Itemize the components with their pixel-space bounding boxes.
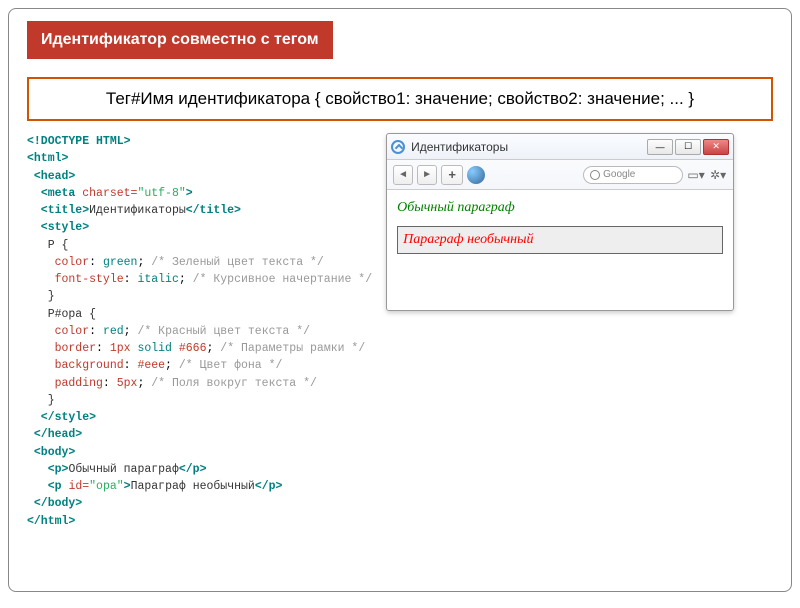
gear-icon[interactable]: ✲▾ bbox=[709, 166, 727, 184]
code-style-open: <style> bbox=[27, 221, 89, 234]
browser-titlebar: Идентификаторы — ☐ ✕ bbox=[387, 134, 733, 160]
slide-container: Идентификатор совместно с тегом Тег#Имя … bbox=[8, 8, 792, 592]
close-button[interactable]: ✕ bbox=[703, 139, 729, 155]
browser-viewport: Обычный параграф Параграф необычный bbox=[387, 190, 733, 264]
paragraph-normal: Обычный параграф bbox=[397, 200, 723, 216]
minimize-button[interactable]: — bbox=[647, 139, 673, 155]
code-p2d: padding: 5px; /* Поля вокруг текста */ bbox=[27, 377, 317, 390]
code-sel1-close: } bbox=[27, 290, 55, 303]
page-icon bbox=[391, 140, 405, 154]
syntax-definition: Тег#Имя идентификатора { свойство1: знач… bbox=[27, 77, 773, 121]
browser-preview: Идентификаторы — ☐ ✕ ◄ ► + Google ▭▾ ✲▾ … bbox=[386, 133, 734, 311]
code-body-close: </body> bbox=[27, 497, 82, 510]
code-head-open: <head> bbox=[27, 170, 75, 183]
new-tab-button[interactable]: + bbox=[441, 165, 463, 185]
code-p2c: background: #eee; /* Цвет фона */ bbox=[27, 359, 282, 372]
forward-button[interactable]: ► bbox=[417, 165, 437, 185]
content-row: <!DOCTYPE HTML> <html> <head> <meta char… bbox=[27, 133, 773, 530]
code-sel1: P { bbox=[27, 239, 68, 252]
globe-icon bbox=[467, 166, 485, 184]
code-pline2: <p id="opa">Параграф необычный</p> bbox=[27, 480, 282, 493]
code-title: <title>Идентификаторы</title> bbox=[27, 204, 241, 217]
code-p1a: color: green; /* Зеленый цвет текста */ bbox=[27, 256, 324, 269]
code-sel2: P#opa { bbox=[27, 308, 96, 321]
code-html-close: </html> bbox=[27, 515, 75, 528]
paragraph-special: Параграф необычный bbox=[397, 226, 723, 254]
code-p2b: border: 1px solid #666; /* Параметры рам… bbox=[27, 342, 365, 355]
code-body-open: <body> bbox=[27, 446, 75, 459]
code-p1b: font-style: italic; /* Курсивное начерта… bbox=[27, 273, 372, 286]
search-input[interactable]: Google bbox=[583, 166, 683, 184]
section-title: Идентификатор совместно с тегом bbox=[27, 21, 333, 59]
browser-toolbar: ◄ ► + Google ▭▾ ✲▾ bbox=[387, 160, 733, 190]
code-html-open: <html> bbox=[27, 152, 68, 165]
code-sel2-close: } bbox=[27, 394, 55, 407]
code-pline1: <p>Обычный параграф</p> bbox=[27, 463, 206, 476]
code-listing: <!DOCTYPE HTML> <html> <head> <meta char… bbox=[27, 133, 372, 530]
code-head-close: </head> bbox=[27, 428, 82, 441]
code-doctype: <!DOCTYPE HTML> bbox=[27, 135, 131, 148]
code-p2a: color: red; /* Красный цвет текста */ bbox=[27, 325, 310, 338]
browser-title: Идентификаторы bbox=[411, 140, 647, 154]
bookmark-icon[interactable]: ▭▾ bbox=[687, 166, 705, 184]
code-style-close: </style> bbox=[27, 411, 96, 424]
back-button[interactable]: ◄ bbox=[393, 165, 413, 185]
maximize-button[interactable]: ☐ bbox=[675, 139, 701, 155]
code-meta: <meta charset="utf-8"> bbox=[27, 187, 193, 200]
window-buttons: — ☐ ✕ bbox=[647, 139, 729, 155]
